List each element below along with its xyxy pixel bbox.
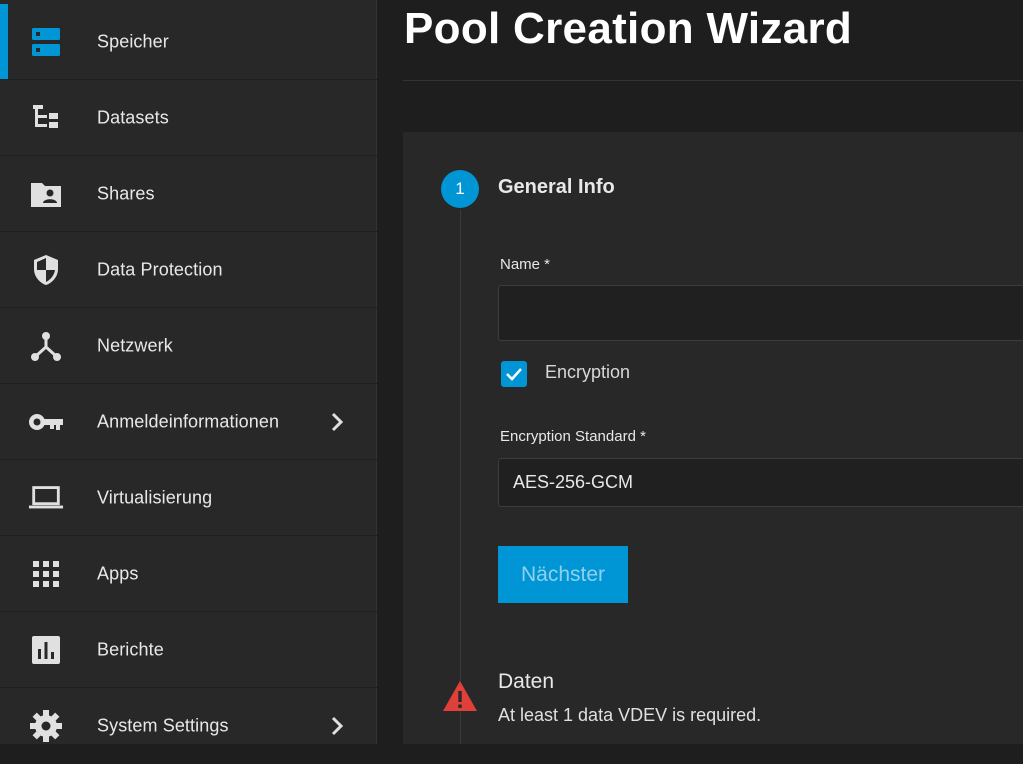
checkmark-icon xyxy=(506,368,522,381)
folder-share-icon xyxy=(28,176,64,212)
sidebar-item-label: Data Protection xyxy=(97,259,223,279)
sidebar-item-anmeldeinformationen[interactable]: Anmeldeinformationen xyxy=(0,384,377,460)
bar-chart-icon xyxy=(28,632,64,668)
sidebar-item-label: Speicher xyxy=(97,31,169,51)
encryption-checkbox-label[interactable]: Encryption xyxy=(545,362,630,383)
encryption-checkbox[interactable] xyxy=(501,361,527,387)
title-divider xyxy=(403,80,1023,81)
sidebar-item-system-settings[interactable]: System Settings xyxy=(0,688,377,764)
sidebar-item-label: Shares xyxy=(97,183,155,203)
sidebar-item-berichte[interactable]: Berichte xyxy=(0,612,377,688)
next-button[interactable]: Nächster xyxy=(498,546,628,603)
sidebar-item-netzwerk[interactable]: Netzwerk xyxy=(0,308,377,384)
sidebar-item-label: Datasets xyxy=(97,107,169,127)
stepper-line xyxy=(460,210,461,744)
step-title-general-info[interactable]: General Info xyxy=(498,176,615,199)
sidebar-item-shares[interactable]: Shares xyxy=(0,156,377,232)
laptop-icon xyxy=(28,480,64,516)
network-icon xyxy=(28,328,64,364)
sidebar-item-label: Netzwerk xyxy=(97,335,173,355)
key-icon xyxy=(28,404,64,440)
sidebar-item-virtualisierung[interactable]: Virtualisierung xyxy=(0,460,377,536)
apps-grid-icon xyxy=(28,556,64,592)
name-input[interactable] xyxy=(498,285,1023,341)
encryption-standard-value: AES-256-GCM xyxy=(513,472,634,492)
sidebar-item-label: System Settings xyxy=(97,715,229,735)
sidebar-item-label: Apps xyxy=(97,563,139,583)
encryption-standard-select[interactable]: AES-256-GCM xyxy=(498,458,1023,507)
sidebar: Speicher Datasets Shares Data Protection… xyxy=(0,0,377,764)
sidebar-item-label: Berichte xyxy=(97,639,164,659)
step-error-message: At least 1 data VDEV is required. xyxy=(498,705,762,725)
wizard-card xyxy=(403,132,1023,744)
shield-icon xyxy=(28,252,64,288)
chevron-right-icon xyxy=(326,411,348,433)
chevron-right-icon xyxy=(326,715,348,737)
sidebar-item-label: Anmeldeinformationen xyxy=(97,411,280,431)
name-field-label: Name * xyxy=(500,256,551,273)
step-number-badge[interactable]: 1 xyxy=(441,170,479,208)
sidebar-item-data-protection[interactable]: Data Protection xyxy=(0,232,377,308)
dataset-tree-icon xyxy=(28,100,64,136)
page-title: Pool Creation Wizard xyxy=(404,4,853,53)
sidebar-item-datasets[interactable]: Datasets xyxy=(0,80,377,156)
encryption-standard-label: Encryption Standard * xyxy=(500,428,646,445)
storage-icon xyxy=(28,24,64,60)
step-title-daten[interactable]: Daten xyxy=(498,670,554,694)
sidebar-item-apps[interactable]: Apps xyxy=(0,536,377,612)
gear-icon xyxy=(28,708,64,744)
warning-icon xyxy=(442,680,478,712)
sidebar-item-label: Virtualisierung xyxy=(97,487,213,507)
sidebar-item-speicher[interactable]: Speicher xyxy=(0,4,377,80)
